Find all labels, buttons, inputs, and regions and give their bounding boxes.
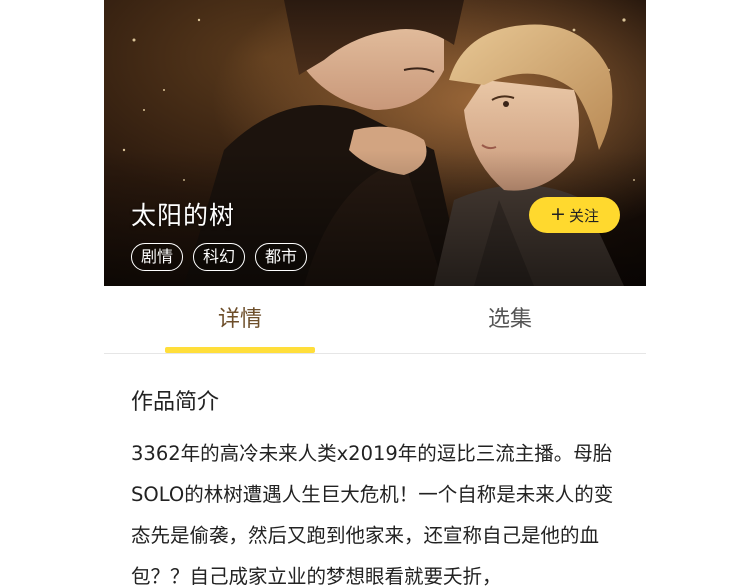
genre-tag[interactable]: 剧情 [131,243,184,271]
tab-episodes[interactable]: 选集 [435,286,585,354]
follow-label: 关注 [568,206,599,225]
cover-banner: 太阳的树 剧情 科幻 都市 + 关注 [104,0,646,286]
comic-title: 太阳的树 [131,201,236,230]
genre-tag[interactable]: 科幻 [193,243,246,271]
tab-details[interactable]: 详情 [165,286,315,354]
genre-tag[interactable]: 都市 [255,243,308,271]
synopsis-heading: 作品简介 [131,390,220,415]
follow-button[interactable]: + 关注 [529,197,620,233]
genre-tags: 剧情 科幻 都市 [131,243,308,271]
plus-icon: + [550,202,566,225]
active-tab-indicator [165,347,315,353]
comic-detail-page: 太阳的树 剧情 科幻 都市 + 关注 详情 选集 作品简介 3362年的高冷未来… [104,0,646,586]
synopsis-text: 3362年的高冷未来人类x2019年的逗比三流主播。母胎SOLO的林树遭遇人生巨… [131,442,614,586]
detail-tabs: 详情 选集 [104,286,646,354]
